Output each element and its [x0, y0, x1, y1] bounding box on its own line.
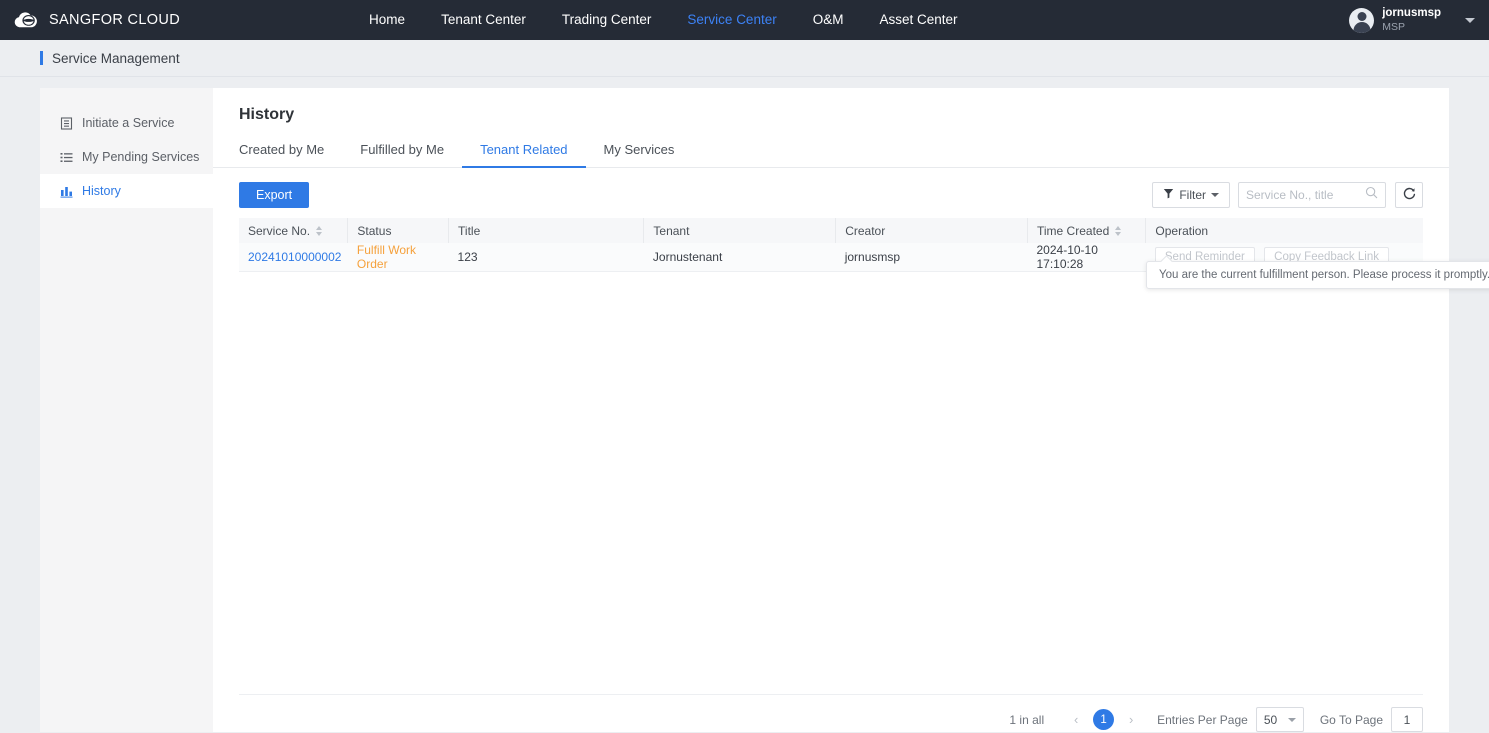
- search-icon[interactable]: [1365, 186, 1378, 204]
- list-icon: [60, 151, 73, 164]
- sidebar-item-initiate-a-service[interactable]: Initiate a Service: [40, 106, 213, 140]
- status-badge: Fulfill Work Order: [356, 243, 417, 271]
- go-to-page-input[interactable]: [1391, 707, 1423, 732]
- tab-fulfilled-by-me[interactable]: Fulfilled by Me: [342, 142, 462, 167]
- column-service-no[interactable]: Service No.: [239, 218, 349, 243]
- search-box[interactable]: [1238, 182, 1386, 208]
- table-toolbar: Export Filter: [213, 168, 1449, 208]
- main-nav: Home Tenant Center Trading Center Servic…: [369, 0, 957, 40]
- cell-creator: jornusmsp: [835, 243, 1028, 272]
- total-count-label: 1 in all: [1009, 712, 1045, 727]
- caret-down-icon: [1287, 717, 1296, 722]
- column-operation: Operation: [1145, 218, 1423, 243]
- brand[interactable]: SANGFOR CLOUD: [0, 10, 180, 30]
- sidebar: Initiate a Service My Pending Services H…: [40, 88, 213, 732]
- go-to-page-label: Go To Page: [1319, 712, 1383, 727]
- cell-title: 123: [448, 243, 644, 272]
- tab-my-services[interactable]: My Services: [586, 142, 693, 167]
- sidebar-item-history[interactable]: History: [40, 174, 213, 208]
- nav-item-tenant-center[interactable]: Tenant Center: [441, 0, 526, 40]
- search-input[interactable]: [1246, 188, 1365, 202]
- column-label: Service No.: [248, 223, 311, 238]
- sidebar-item-label: History: [82, 184, 121, 198]
- filter-button[interactable]: Filter: [1152, 182, 1230, 208]
- table-header-row: Service No. Status Title Tenant Creator …: [239, 218, 1423, 243]
- nav-item-asset-center[interactable]: Asset Center: [879, 0, 957, 40]
- refresh-button[interactable]: [1395, 182, 1423, 208]
- sort-icon[interactable]: [1115, 225, 1122, 236]
- brand-name: SANGFOR CLOUD: [49, 12, 181, 28]
- breadcrumb: Service Management: [0, 40, 1489, 77]
- column-label: Creator: [845, 223, 886, 238]
- column-label: Status: [357, 223, 392, 238]
- column-label: Tenant: [653, 223, 690, 238]
- page-layout: Initiate a Service My Pending Services H…: [0, 77, 1489, 732]
- chevron-down-icon[interactable]: [1465, 17, 1475, 23]
- content-panel: History Created by Me Fulfilled by Me Te…: [213, 88, 1489, 732]
- user-role: MSP: [1382, 20, 1405, 33]
- fulfillment-tooltip: You are the current fulfillment person. …: [1146, 261, 1489, 289]
- nav-item-trading-center[interactable]: Trading Center: [562, 0, 652, 40]
- entries-per-page-value: 50: [1263, 712, 1278, 727]
- cell-time-created: 2024-10-10 17:10:28: [1027, 243, 1146, 272]
- cell-service-no: 20241010000002: [239, 243, 348, 272]
- user-menu[interactable]: jornusmsp MSP: [1349, 0, 1479, 40]
- pagination: 1 in all ‹ 1 › Entries Per Page 50 Go To…: [213, 695, 1449, 732]
- sort-icon[interactable]: [316, 225, 323, 236]
- top-navigation-bar: SANGFOR CLOUD Home Tenant Center Trading…: [0, 0, 1489, 40]
- sidebar-item-label: Initiate a Service: [82, 116, 175, 130]
- table-container: Service No. Status Title Tenant Creator …: [213, 208, 1489, 694]
- chevron-right-icon[interactable]: ›: [1121, 712, 1141, 727]
- nav-item-service-center[interactable]: Service Center: [687, 0, 776, 40]
- tab-created-by-me[interactable]: Created by Me: [239, 142, 342, 167]
- tooltip-text: You are the current fulfillment person. …: [1159, 269, 1489, 281]
- refresh-icon: [1403, 187, 1416, 203]
- entries-per-page-label: Entries Per Page: [1157, 712, 1248, 727]
- column-status: Status: [347, 218, 450, 243]
- export-button[interactable]: Export: [239, 182, 310, 208]
- chevron-left-icon[interactable]: ‹: [1066, 712, 1086, 727]
- cell-status: Fulfill Work Order: [347, 243, 449, 272]
- column-title: Title: [448, 218, 645, 243]
- document-icon: [60, 116, 73, 130]
- page-number-1[interactable]: 1: [1093, 709, 1115, 730]
- page-title: History: [239, 106, 295, 123]
- cloud-logo-icon: [12, 10, 40, 30]
- caret-down-icon: [1211, 193, 1219, 197]
- nav-item-om[interactable]: O&M: [813, 0, 844, 40]
- avatar: [1349, 7, 1375, 33]
- table-header: Service No. Status Title Tenant Creator …: [239, 218, 1423, 243]
- tab-tenant-related[interactable]: Tenant Related: [462, 142, 586, 168]
- column-time-created[interactable]: Time Created: [1027, 218, 1147, 243]
- bar-chart-icon: [60, 185, 73, 198]
- entries-per-page-select[interactable]: 50: [1255, 707, 1304, 732]
- column-tenant: Tenant: [643, 218, 837, 243]
- filter-label: Filter: [1179, 188, 1206, 202]
- column-label: Time Created: [1037, 223, 1110, 238]
- service-no-link[interactable]: 20241010000002: [248, 250, 341, 264]
- cell-tenant: Jornustenant: [643, 243, 836, 272]
- nav-item-home[interactable]: Home: [369, 0, 405, 40]
- breadcrumb-accent-bar: [40, 51, 43, 65]
- sidebar-item-my-pending-services[interactable]: My Pending Services: [40, 140, 213, 174]
- column-label: Title: [458, 223, 481, 238]
- tab-bar: Created by Me Fulfilled by Me Tenant Rel…: [213, 142, 1449, 168]
- user-name: jornusmsp: [1382, 7, 1441, 20]
- sidebar-item-label: My Pending Services: [82, 150, 200, 164]
- column-label: Operation: [1155, 223, 1209, 238]
- breadcrumb-label: Service Management: [52, 50, 180, 66]
- column-creator: Creator: [835, 218, 1028, 243]
- funnel-icon: [1163, 188, 1174, 202]
- toolbar-right-group: Filter: [1152, 182, 1423, 208]
